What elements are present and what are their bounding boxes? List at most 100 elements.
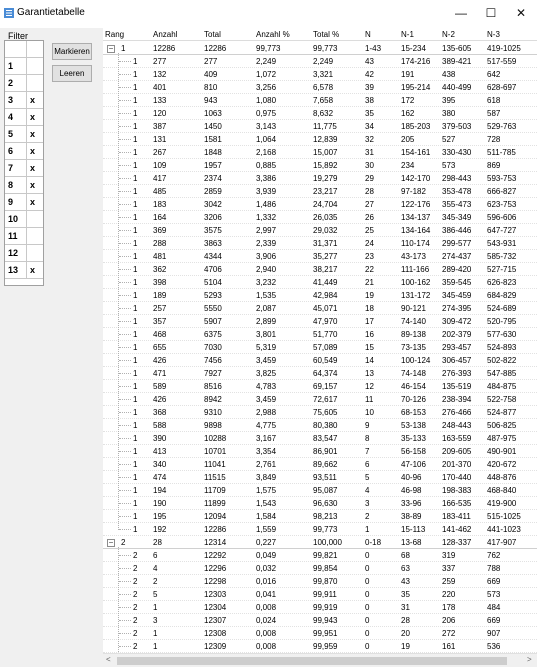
table-row[interactable]: 2 1 12304 0,008 99,919 0 31 178 484 (103, 601, 537, 614)
filter-row[interactable]: 7x (5, 160, 43, 177)
table-row[interactable]: 1 398 5104 3,232 41,449 21 100-162 359-545 626-8… (103, 276, 537, 289)
column-header[interactable]: N (365, 30, 371, 39)
filter-row[interactable]: 3x (5, 92, 43, 109)
table-row[interactable]: 1 288 3863 2,339 31,371 24 110-174 299-577 543-9… (103, 237, 537, 250)
group-row[interactable]: −2 28 12314 0,227 100,000 0-18 13-68 128-337 417… (103, 536, 537, 549)
filter-row-mark[interactable]: x (27, 126, 43, 142)
column-header[interactable]: Total % (313, 30, 339, 39)
table-row[interactable]: 1 190 11899 1,543 96,630 3 33-96 166-535 419-900 (103, 497, 537, 510)
filter-row-mark[interactable]: x (27, 262, 43, 278)
table-row[interactable]: 1 655 7030 5,319 57,089 15 73-135 293-457 524-89… (103, 341, 537, 354)
maximize-button[interactable]: ☐ (476, 3, 506, 23)
table-cell: 39 (365, 83, 374, 92)
filter-row[interactable]: 5x (5, 126, 43, 143)
table-row[interactable]: 1 426 8942 3,459 72,617 11 70-126 238-394 522-75… (103, 393, 537, 406)
table-row[interactable]: 1 277 277 2,249 2,249 43 174-216 389-421 517-559 (103, 55, 537, 68)
table-row[interactable]: 1 401 810 3,256 6,578 39 195-214 440-499 628-697 (103, 81, 537, 94)
table-cell: 618 (487, 96, 501, 105)
filter-row-mark[interactable]: x (27, 143, 43, 159)
table-row[interactable]: 1 362 4706 2,940 38,217 22 111-166 289-420 527-7… (103, 263, 537, 276)
minimize-button[interactable]: — (446, 3, 476, 23)
filter-row-mark[interactable] (27, 58, 43, 74)
markieren-button[interactable]: Markieren (52, 43, 92, 60)
filter-row[interactable]: 8x (5, 177, 43, 194)
table-row[interactable]: 1 267 1848 2,168 15,007 31 154-161 330-430 511-7… (103, 146, 537, 159)
table-cell: 195 (153, 512, 167, 521)
table-cell: 1 (133, 161, 138, 170)
table-row[interactable]: 1 109 1957 0,885 15,892 30 234 573 869 (103, 159, 537, 172)
table-cell: 276-393 (442, 369, 472, 378)
filter-row[interactable]: 9x (5, 194, 43, 211)
close-button[interactable]: ✕ (506, 3, 536, 23)
filter-row[interactable]: 4x (5, 109, 43, 126)
table-row[interactable]: 1 340 11041 2,761 89,662 6 47-106 201-370 420-67… (103, 458, 537, 471)
filter-row-mark[interactable] (27, 211, 43, 227)
filter-row[interactable]: 13 x (5, 262, 43, 279)
table-row[interactable]: 1 481 4344 3,906 35,277 23 43-173 274-437 585-73… (103, 250, 537, 263)
group-row[interactable]: −1 12286 12286 99,773 99,773 1-43 15-234 135-60… (103, 42, 537, 55)
table-row[interactable]: 2 4 12296 0,032 99,854 0 63 337 788 (103, 562, 537, 575)
table-row[interactable]: 1 485 2859 3,939 23,217 28 97-182 353-478 666-82… (103, 185, 537, 198)
table-row[interactable]: 1 413 10701 3,354 86,901 7 56-158 209-605 490-90… (103, 445, 537, 458)
table-row[interactable]: 2 1 12309 0,008 99,959 0 19 161 536 (103, 640, 537, 653)
filter-row-mark[interactable] (27, 75, 43, 91)
scrollbar-thumb[interactable] (117, 657, 507, 665)
filter-row-mark[interactable] (27, 228, 43, 244)
column-header[interactable]: N-3 (487, 30, 500, 39)
table-row[interactable]: 1 588 9898 4,775 80,380 9 53-138 248-443 506-825 (103, 419, 537, 432)
column-header[interactable]: N-2 (442, 30, 455, 39)
column-header[interactable]: Rang (105, 30, 124, 39)
collapse-icon[interactable]: − (107, 539, 115, 547)
table-row[interactable]: 1 357 5907 2,899 47,970 17 74-140 309-472 520-79… (103, 315, 537, 328)
filter-row-mark[interactable]: x (27, 92, 43, 108)
column-header[interactable]: N-1 (401, 30, 414, 39)
filter-row[interactable]: 2 (5, 75, 43, 92)
filter-row-mark[interactable]: x (27, 160, 43, 176)
table-row[interactable]: 1 390 10288 3,167 83,547 8 35-133 163-559 487-97… (103, 432, 537, 445)
filter-row[interactable]: 6x (5, 143, 43, 160)
table-row[interactable]: 1 183 3042 1,486 24,704 27 122-176 355-473 623-7… (103, 198, 537, 211)
table-row[interactable]: 2 6 12292 0,049 99,821 0 68 319 762 (103, 549, 537, 562)
table-row[interactable]: 1 426 7456 3,459 60,549 14 100-124 306-457 502-8… (103, 354, 537, 367)
scroll-right-arrow-icon[interactable]: > (527, 655, 532, 664)
filter-row[interactable]: 12 (5, 245, 43, 262)
filter-row-mark[interactable]: x (27, 194, 43, 210)
column-header[interactable]: Anzahl % (256, 30, 290, 39)
table-row[interactable]: 1 468 6375 3,801 51,770 16 89-138 202-379 577-63… (103, 328, 537, 341)
table-row[interactable]: 1 474 11515 3,849 93,511 5 40-96 170-440 448-876 (103, 471, 537, 484)
column-header[interactable]: Total (204, 30, 221, 39)
table-row[interactable]: 1 192 12286 1,559 99,773 1 15-113 141-462 441-10… (103, 523, 537, 536)
scroll-left-arrow-icon[interactable]: < (106, 655, 111, 664)
table-row[interactable]: 1 194 11709 1,575 95,087 4 46-98 198-383 468-840 (103, 484, 537, 497)
filter-row[interactable]: 1 (5, 58, 43, 75)
filter-row[interactable]: 11 (5, 228, 43, 245)
filter-row[interactable]: 10 (5, 211, 43, 228)
table-row[interactable]: 1 387 1450 3,143 11,775 34 185-203 379-503 529-7… (103, 120, 537, 133)
table-row[interactable]: 1 132 409 1,072 3,321 42 191 438 642 (103, 68, 537, 81)
table-row[interactable]: 1 471 7927 3,825 64,374 13 74-148 276-393 547-88… (103, 367, 537, 380)
table-row[interactable]: 2 2 12298 0,016 99,870 0 43 259 669 (103, 575, 537, 588)
table-row[interactable]: 2 5 12303 0,041 99,911 0 35 220 573 (103, 588, 537, 601)
table-row[interactable]: 2 1 12308 0,008 99,951 0 20 272 907 (103, 627, 537, 640)
table-row[interactable]: 1 369 3575 2,997 29,032 25 134-164 386-446 647-7… (103, 224, 537, 237)
table-row[interactable]: 1 368 9310 2,988 75,605 10 68-153 276-466 524-87… (103, 406, 537, 419)
table-row[interactable]: 1 195 12094 1,584 98,213 2 38-89 183-411 515-102… (103, 510, 537, 523)
table-cell: 5907 (204, 317, 222, 326)
filter-row-mark[interactable] (27, 245, 43, 261)
filter-row-mark[interactable]: x (27, 177, 43, 193)
collapse-icon[interactable]: − (107, 45, 115, 53)
column-header[interactable]: Anzahl (153, 30, 177, 39)
table-cell: 419-900 (487, 499, 517, 508)
table-row[interactable]: 1 131 1581 1,064 12,839 32 205 527 728 (103, 133, 537, 146)
table-row[interactable]: 1 257 5550 2,087 45,071 18 90-121 274-395 524-68… (103, 302, 537, 315)
table-row[interactable]: 1 120 1063 0,975 8,632 35 162 380 587 (103, 107, 537, 120)
horizontal-scrollbar[interactable]: < > (103, 653, 537, 667)
table-row[interactable]: 1 417 2374 3,386 19,279 29 142-170 298-443 593-7… (103, 172, 537, 185)
leeren-button[interactable]: Leeren (52, 65, 92, 82)
table-row[interactable]: 2 3 12307 0,024 99,943 0 28 206 669 (103, 614, 537, 627)
table-row[interactable]: 1 164 3206 1,332 26,035 26 134-137 345-349 596-6… (103, 211, 537, 224)
table-row[interactable]: 1 133 943 1,080 7,658 38 172 395 618 (103, 94, 537, 107)
table-row[interactable]: 1 589 8516 4,783 69,157 12 46-154 135-519 484-87… (103, 380, 537, 393)
filter-row-mark[interactable]: x (27, 109, 43, 125)
table-row[interactable]: 1 189 5293 1,535 42,984 19 131-172 345-459 684-8… (103, 289, 537, 302)
